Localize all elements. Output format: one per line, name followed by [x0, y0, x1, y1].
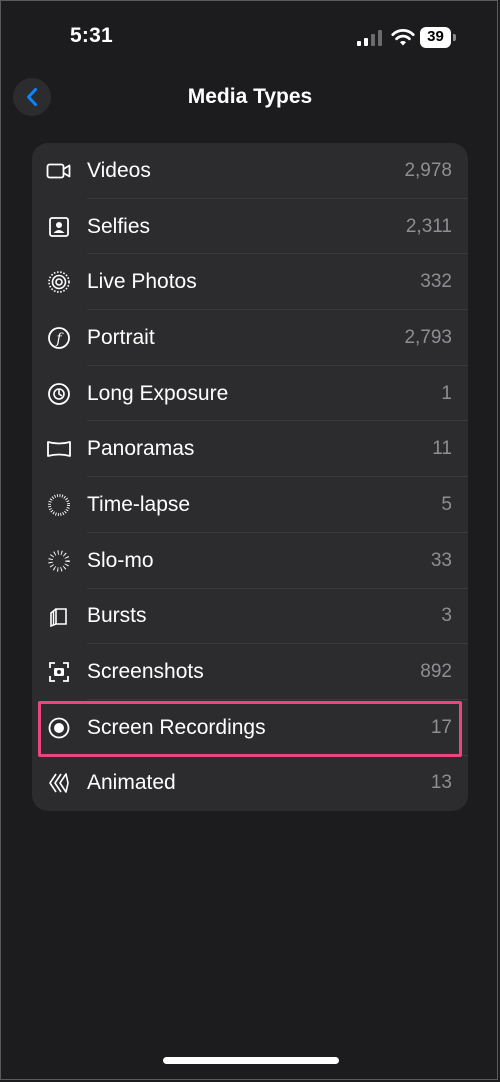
item-label: Slo-mo [87, 548, 154, 572]
status-time: 5:31 [70, 24, 113, 47]
item-count: 892 [420, 661, 452, 683]
item-label: Screenshots [87, 660, 204, 684]
item-count: 2,793 [404, 326, 452, 348]
item-label: Portrait [87, 325, 155, 349]
page-title: Media Types [187, 85, 313, 108]
item-label: Panoramas [87, 437, 195, 461]
item-label: Long Exposure [87, 381, 229, 405]
wifi-icon [391, 29, 415, 46]
animated-icon [46, 770, 72, 796]
item-count: 2,978 [404, 159, 452, 181]
panorama-icon [46, 436, 72, 462]
list-item-screen-recordings[interactable]: Screen Recordings 17 [32, 700, 468, 756]
status-bar: 5:31 39 [0, 0, 500, 70]
item-count: 5 [441, 493, 452, 515]
screenshot-icon [46, 659, 72, 685]
item-count: 17 [430, 716, 452, 738]
battery-level: 39 [427, 28, 444, 45]
item-label: Time-lapse [87, 492, 191, 516]
item-count: 33 [430, 549, 452, 571]
item-count: 1 [441, 382, 452, 404]
list-item-selfies[interactable]: Selfies 2,311 [32, 199, 468, 255]
item-label: Screen Recordings [87, 715, 266, 739]
slo-mo-icon [46, 548, 72, 574]
video-icon [46, 158, 72, 184]
time-lapse-icon [46, 492, 72, 518]
list-item-portrait[interactable]: f Portrait 2,793 [32, 310, 468, 366]
item-count: 3 [441, 605, 452, 627]
list-item-screenshots[interactable]: Screenshots 892 [32, 644, 468, 700]
bursts-icon [46, 603, 72, 629]
item-count: 11 [432, 438, 452, 460]
item-count: 2,311 [405, 215, 452, 237]
item-label: Videos [87, 158, 151, 182]
item-label: Selfies [87, 214, 151, 238]
item-count: 13 [430, 772, 452, 794]
item-label: Animated [87, 771, 176, 795]
selfie-icon [46, 214, 72, 240]
list-item-slo-mo[interactable]: Slo-mo 33 [32, 533, 468, 589]
live-photo-icon [46, 269, 72, 295]
item-label: Bursts [87, 604, 147, 628]
screen-recording-icon [46, 715, 72, 741]
media-types-list: Videos 2,978 Selfies 2,311 Live Photos 3… [32, 143, 468, 811]
list-item-long-exposure[interactable]: Long Exposure 1 [32, 366, 468, 422]
portrait-icon: f [46, 325, 72, 351]
list-item-time-lapse[interactable]: Time-lapse 5 [32, 477, 468, 533]
list-item-videos[interactable]: Videos 2,978 [32, 143, 468, 199]
list-item-panoramas[interactable]: Panoramas 11 [32, 421, 468, 478]
battery-icon: 39 [420, 27, 456, 48]
long-exposure-icon [46, 381, 72, 407]
home-indicator [163, 1057, 339, 1064]
item-count: 332 [420, 271, 452, 293]
cellular-signal-icon [357, 30, 383, 46]
list-item-bursts[interactable]: Bursts 3 [32, 589, 468, 645]
list-item-animated[interactable]: Animated 13 [32, 756, 468, 811]
item-label: Live Photos [87, 270, 197, 294]
list-item-live-photos[interactable]: Live Photos 332 [32, 254, 468, 311]
svg-text:f: f [55, 331, 64, 347]
